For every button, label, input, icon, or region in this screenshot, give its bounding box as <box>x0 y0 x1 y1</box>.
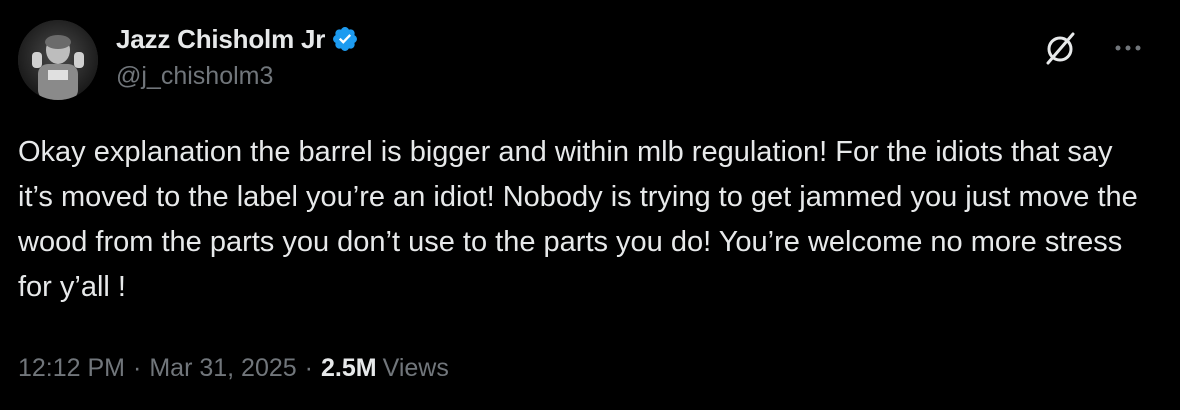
tweet-text: Okay explanation the barrel is bigger an… <box>18 136 1138 303</box>
more-icon[interactable] <box>1110 30 1146 66</box>
tweet: Jazz Chisholm Jr @j_chisholm3 Okay expla… <box>0 0 1180 410</box>
tweet-date[interactable]: Mar 31, 2025 <box>149 354 296 383</box>
handle[interactable]: @j_chisholm3 <box>116 62 359 91</box>
views-count[interactable]: 2.5M <box>321 354 377 383</box>
name-row: Jazz Chisholm Jr <box>116 22 359 56</box>
display-name[interactable]: Jazz Chisholm Jr <box>116 24 325 55</box>
tweet-meta: 12:12 PM · Mar 31, 2025 · 2.5M Views <box>18 354 449 383</box>
avatar[interactable] <box>18 20 98 100</box>
tweet-time[interactable]: 12:12 PM <box>18 354 125 383</box>
grok-icon[interactable] <box>1040 28 1080 68</box>
author-info: Jazz Chisholm Jr @j_chisholm3 <box>116 22 359 91</box>
meta-separator: · <box>304 354 313 382</box>
avatar-image <box>18 20 98 100</box>
views-label: Views <box>382 354 449 382</box>
verified-badge-icon[interactable] <box>331 25 359 53</box>
meta-separator: · <box>133 354 142 382</box>
